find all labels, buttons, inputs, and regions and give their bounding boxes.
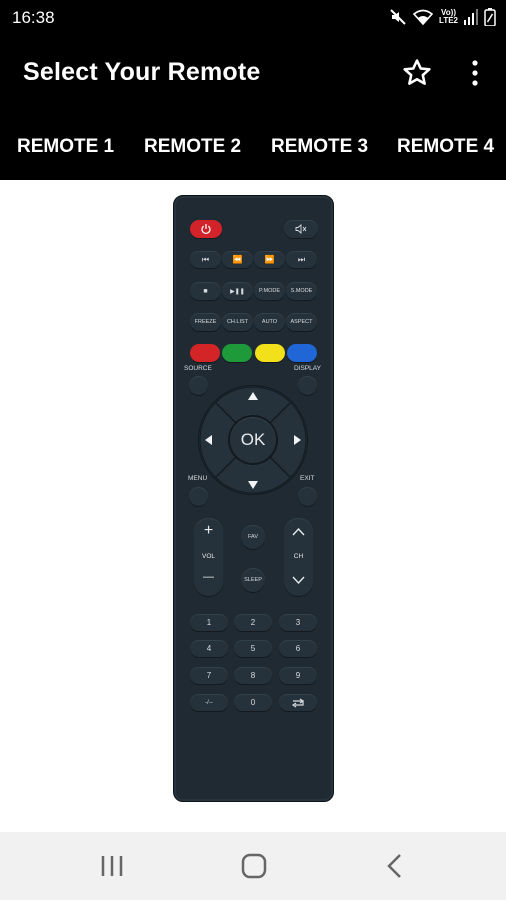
dpad-down-button[interactable] [239,475,267,493]
arrow-up-icon [248,392,258,400]
play-pause-button[interactable]: ▶❚❚ [222,282,253,300]
ok-button[interactable]: OK [230,417,276,463]
arrow-left-icon [205,435,212,445]
page-title: Select Your Remote [23,58,261,86]
status-icons: Vo)) LTE2 [389,8,496,26]
number-button-2[interactable]: 2 [234,614,272,631]
tab-bar: REMOTE 1 REMOTE 2 REMOTE 3 REMOTE 4 [0,114,506,180]
dpad-up-button[interactable] [239,388,267,406]
exit-label: EXIT [300,475,315,482]
menu-button[interactable] [189,487,208,506]
tab-remote-4[interactable]: REMOTE 4 [397,136,494,158]
number-button-7[interactable]: 7 [190,667,228,684]
fav-button[interactable]: FAV [241,525,265,549]
mute-button[interactable] [284,220,318,238]
number-button-5[interactable]: 5 [234,640,272,657]
volte-text-bottom: LTE2 [439,16,458,25]
back-icon[interactable] [383,852,407,880]
power-button[interactable] [190,220,222,238]
source-label: SOURCE [184,365,212,372]
number-button-3[interactable]: 3 [279,614,317,631]
number-button-9[interactable]: 9 [279,667,317,684]
dpad-left-button[interactable] [200,426,218,454]
sound-mode-button[interactable]: S.MODE [286,282,317,300]
volume-label: VOL [201,553,215,560]
channel-list-button[interactable]: CH.LIST [222,313,253,331]
app-bar: Select Your Remote [0,36,506,114]
recall-button[interactable] [279,694,317,711]
display-label: DISPLAY [294,365,321,372]
chevron-up-icon [292,527,305,536]
arrow-right-icon [294,435,301,445]
fast-forward-button[interactable]: ⏩ [254,251,285,268]
number-button-6[interactable]: 6 [279,640,317,657]
star-icon [403,59,431,85]
volume-down-button[interactable]: — [194,571,223,583]
tab-remote-2[interactable]: REMOTE 2 [144,136,241,158]
volume-up-button[interactable]: + [194,522,223,540]
menu-label: MENU [188,475,208,482]
more-vert-icon [472,60,478,86]
yellow-button[interactable] [255,344,285,362]
tab-remote-3[interactable]: REMOTE 3 [271,136,368,158]
more-options-button[interactable] [462,56,488,90]
mute-icon [295,224,307,234]
battery-icon [484,8,496,26]
digit-toggle-button[interactable]: -/-- [190,694,228,711]
dpad-right-button[interactable] [288,426,306,454]
channel-label: CH [293,553,304,560]
number-button-0[interactable]: 0 [234,694,272,711]
status-bar: 16:38 Vo)) LTE2 [0,0,506,36]
favorite-button[interactable] [400,56,434,90]
home-icon[interactable] [240,852,268,880]
picture-mode-button[interactable]: P.MODE [254,282,285,300]
green-button[interactable] [222,344,252,362]
number-button-1[interactable]: 1 [190,614,228,631]
sleep-button[interactable]: SLEEP [241,568,265,592]
next-button[interactable]: ⏭ [286,251,317,268]
system-nav-bar [0,832,506,900]
blue-button[interactable] [287,344,317,362]
freeze-button[interactable]: FREEZE [190,313,221,331]
number-button-8[interactable]: 8 [234,667,272,684]
rewind-button[interactable]: ⏪ [222,251,253,268]
wifi-icon [413,8,434,26]
chevron-down-icon [292,576,305,585]
channel-up-button[interactable] [290,524,307,540]
signal-icon [464,9,478,25]
exit-button[interactable] [298,487,317,506]
auto-button[interactable]: AUTO [254,313,285,331]
channel-down-button[interactable] [290,572,307,588]
volte-icon: Vo)) LTE2 [439,9,458,25]
recents-icon[interactable] [99,854,125,878]
number-button-4[interactable]: 4 [190,640,228,657]
stop-button[interactable]: ■ [190,282,221,300]
status-time: 16:38 [12,8,55,27]
red-button[interactable] [190,344,220,362]
mute-icon [389,8,407,26]
recall-icon [291,698,305,707]
tab-remote-1[interactable]: REMOTE 1 [17,136,114,158]
power-icon [201,224,211,235]
aspect-button[interactable]: ASPECT [286,313,317,331]
previous-button[interactable]: ⏮ [190,251,221,268]
arrow-down-icon [248,481,258,489]
